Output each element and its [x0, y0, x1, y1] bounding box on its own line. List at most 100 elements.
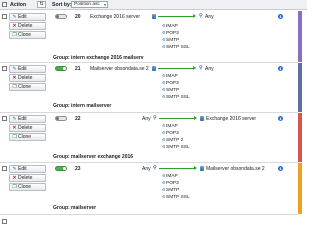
sort-select-value: Position asc [74, 2, 100, 7]
info-icon[interactable]: i [278, 166, 283, 171]
rule-destination: Any [205, 66, 214, 72]
service-icon: ⚙ [162, 73, 166, 78]
any-icon: ⚲ [199, 65, 203, 71]
delete-icon: ✕ [12, 75, 17, 81]
clone-label: Clone [18, 84, 32, 90]
service-icon: ⚙ [162, 37, 166, 42]
any-icon: ⚲ [199, 13, 203, 19]
service-icon: ⚙ [162, 173, 166, 178]
info-icon[interactable]: i [278, 14, 283, 19]
rule-checkbox[interactable] [2, 66, 7, 71]
rule-group: Group: mailserver exchange 2016 [53, 154, 134, 160]
clone-icon: ❐ [12, 32, 17, 38]
delete-button[interactable]: ✕Delete [9, 22, 46, 30]
chevron-down-icon: ▾ [103, 2, 106, 7]
service-item: ⚙POP3 [162, 180, 179, 186]
server-icon [200, 166, 204, 171]
service-icon: ⚙ [162, 80, 166, 85]
edit-button[interactable]: ✎Edit [9, 115, 46, 123]
delete-label: Delete [18, 23, 33, 29]
edit-button[interactable]: ✎Edit [9, 13, 46, 21]
service-item: ⚙SMTP [162, 87, 180, 93]
enable-toggle[interactable] [55, 14, 67, 19]
clone-button[interactable]: ❐Clone [9, 31, 46, 39]
service-item: ⚙IMAP [162, 23, 178, 29]
service-icon: ⚙ [162, 30, 166, 35]
rule-row: ✎Edit ✕Delete ❐Clone 22 Any ⚲ Exchange 2… [0, 113, 302, 163]
any-icon: ⚲ [153, 115, 157, 121]
pencil-icon: ✎ [12, 66, 17, 72]
select-all-checkbox[interactable] [2, 2, 7, 7]
rule-row: ✎Edit ✕Delete ❐Clone 23 Any ⚲ Mailserver… [0, 163, 302, 215]
action-menu[interactable]: Action [10, 2, 26, 8]
arrow-right-icon [158, 13, 196, 20]
edit-label: Edit [18, 66, 27, 72]
clone-button[interactable]: ❐Clone [9, 183, 46, 191]
arrow-right-icon [158, 65, 196, 72]
rule-priority: 21 [75, 66, 81, 72]
rule-accent-bar [298, 163, 302, 214]
info-icon[interactable]: i [278, 116, 283, 121]
rule-accent-bar [298, 63, 302, 112]
rule-checkbox[interactable] [2, 219, 7, 224]
toolbar: Action ⇅ Sort by: Position asc ▾ [0, 0, 307, 10]
delete-icon: ✕ [12, 175, 17, 181]
service-icon: ⚙ [162, 180, 166, 185]
rule-accent-bar [298, 11, 302, 62]
server-icon [152, 66, 156, 71]
service-item: ⚙SMTP [162, 187, 180, 193]
service-item: ⚙SMTP SSL [162, 194, 190, 200]
toggle-knob [56, 117, 59, 120]
service-item: ⚙POP3 [162, 80, 179, 86]
delete-button[interactable]: ✕Delete [9, 124, 46, 132]
delete-icon: ✕ [12, 125, 17, 131]
server-icon [200, 116, 204, 121]
pencil-icon: ✎ [12, 166, 17, 172]
rule-destination: Exchange 2016 server [206, 116, 257, 122]
delete-label: Delete [18, 175, 33, 181]
sort-select[interactable]: Position asc ▾ [71, 1, 108, 8]
rule-row: ✎Edit ✕Delete ❐Clone 21 Mailserver obson… [0, 63, 302, 113]
service-icon: ⚙ [162, 137, 166, 142]
service-item: ⚙SMTP SSL [162, 44, 190, 50]
enable-toggle[interactable] [55, 116, 67, 121]
rule-checkbox[interactable] [2, 14, 7, 19]
service-icon: ⚙ [162, 130, 166, 135]
rule-destination: Mailserver obsondata.se 2 [206, 166, 265, 172]
clone-icon: ❐ [12, 134, 17, 140]
edit-label: Edit [18, 116, 27, 122]
delete-button[interactable]: ✕Delete [9, 74, 46, 82]
toggle-knob [63, 167, 66, 170]
edit-button[interactable]: ✎Edit [9, 65, 46, 73]
rule-row: ✎Edit ✕Delete ❐Clone 20 Exchange 2016 se… [0, 11, 302, 63]
clone-label: Clone [18, 134, 32, 140]
service-item: ⚙SMTP [162, 37, 180, 43]
service-icon: ⚙ [162, 144, 166, 149]
rule-checkbox[interactable] [2, 166, 7, 171]
toggle-knob [63, 67, 66, 70]
info-icon[interactable]: i [278, 66, 283, 71]
edit-button[interactable]: ✎Edit [9, 165, 46, 173]
service-icon: ⚙ [162, 123, 166, 128]
sort-order-icon[interactable]: ⇅ [37, 1, 46, 8]
delete-button[interactable]: ✕Delete [9, 174, 46, 182]
edit-label: Edit [18, 14, 27, 20]
arrow-right-icon [159, 165, 197, 172]
rule-source: Exchange 2016 server [90, 14, 141, 20]
clone-button[interactable]: ❐Clone [9, 133, 46, 141]
enable-toggle[interactable] [55, 166, 67, 171]
arrow-right-icon [159, 115, 197, 122]
pencil-icon: ✎ [12, 116, 17, 122]
service-icon: ⚙ [162, 87, 166, 92]
pencil-icon: ✎ [12, 14, 17, 20]
service-icon: ⚙ [162, 44, 166, 49]
rule-row-partial [0, 216, 298, 240]
service-item: ⚙POP3 [162, 30, 179, 36]
delete-icon: ✕ [12, 23, 17, 29]
rule-checkbox[interactable] [2, 116, 7, 121]
clone-icon: ❐ [12, 184, 17, 190]
enable-toggle[interactable] [55, 66, 67, 71]
clone-label: Clone [18, 32, 32, 38]
service-item: ⚙IMAP [162, 173, 178, 179]
clone-button[interactable]: ❐Clone [9, 83, 46, 91]
